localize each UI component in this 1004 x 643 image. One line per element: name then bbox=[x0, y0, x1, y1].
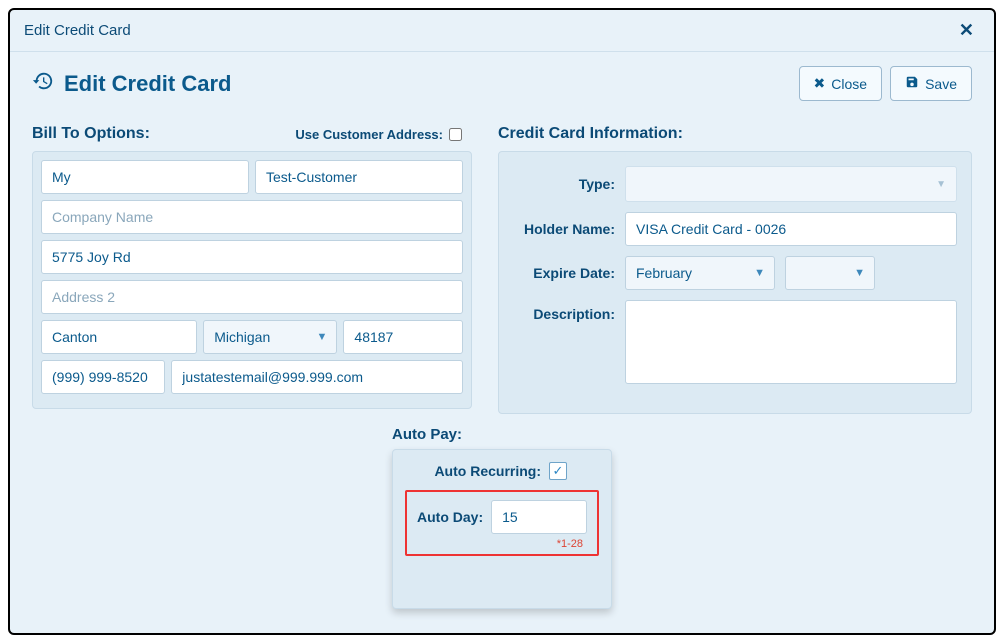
auto-recurring-checkbox[interactable]: ✓ bbox=[549, 462, 567, 480]
close-button[interactable]: ✖ Close bbox=[799, 66, 883, 101]
bill-to-section: Bill To Options: Use Customer Address: bbox=[32, 125, 472, 409]
save-icon bbox=[905, 75, 919, 92]
cc-info-title: Credit Card Information: bbox=[498, 125, 683, 143]
cc-description-label: Description: bbox=[505, 300, 615, 322]
close-icon[interactable]: ✕ bbox=[953, 20, 980, 41]
use-customer-checkbox[interactable] bbox=[449, 128, 462, 141]
email-input[interactable] bbox=[171, 360, 463, 394]
page-title: Edit Credit Card bbox=[64, 71, 231, 97]
expire-year-select[interactable] bbox=[785, 256, 875, 290]
zip-input[interactable] bbox=[343, 320, 463, 354]
address1-input[interactable] bbox=[41, 240, 463, 274]
close-label: Close bbox=[831, 76, 867, 92]
state-select[interactable]: Michigan bbox=[203, 320, 337, 354]
last-name-input[interactable] bbox=[255, 160, 463, 194]
cc-expire-label: Expire Date: bbox=[505, 265, 615, 281]
cc-type-label: Type: bbox=[505, 176, 615, 192]
address2-input[interactable] bbox=[41, 280, 463, 314]
header-row: Edit Credit Card ✖ Close Save bbox=[32, 66, 972, 101]
history-icon bbox=[32, 70, 54, 97]
titlebar: Edit Credit Card ✕ bbox=[10, 10, 994, 52]
save-label: Save bbox=[925, 76, 957, 92]
use-customer-label: Use Customer Address: bbox=[295, 127, 443, 142]
cc-info-section: Credit Card Information: Type: ▼ Holder … bbox=[498, 125, 972, 414]
autopay-title: Auto Pay: bbox=[392, 426, 612, 443]
auto-recurring-label: Auto Recurring: bbox=[434, 463, 541, 479]
first-name-input[interactable] bbox=[41, 160, 249, 194]
autopay-section: Auto Pay: Auto Recurring: ✓ Auto Day: *1… bbox=[32, 426, 972, 609]
auto-day-hint: *1-28 bbox=[417, 538, 583, 550]
chevron-down-icon: ▼ bbox=[936, 179, 946, 190]
auto-day-highlight: Auto Day: *1-28 bbox=[405, 490, 599, 556]
bill-to-title: Bill To Options: bbox=[32, 125, 150, 143]
cc-type-select[interactable]: ▼ bbox=[625, 166, 957, 202]
expire-month-select[interactable]: February bbox=[625, 256, 775, 290]
x-icon: ✖ bbox=[814, 75, 826, 92]
save-button[interactable]: Save bbox=[890, 66, 972, 101]
cc-holder-label: Holder Name: bbox=[505, 221, 615, 237]
city-input[interactable] bbox=[41, 320, 197, 354]
holder-name-input[interactable] bbox=[625, 212, 957, 246]
auto-day-input[interactable] bbox=[491, 500, 587, 534]
description-textarea[interactable] bbox=[625, 300, 957, 384]
titlebar-title: Edit Credit Card bbox=[24, 22, 131, 39]
auto-day-label: Auto Day: bbox=[417, 509, 483, 525]
phone-input[interactable] bbox=[41, 360, 165, 394]
modal-content: Edit Credit Card ✖ Close Save Bil bbox=[10, 52, 994, 623]
modal-edit-credit-card: Edit Credit Card ✕ Edit Credit Card ✖ Cl… bbox=[8, 8, 996, 635]
company-input[interactable] bbox=[41, 200, 463, 234]
